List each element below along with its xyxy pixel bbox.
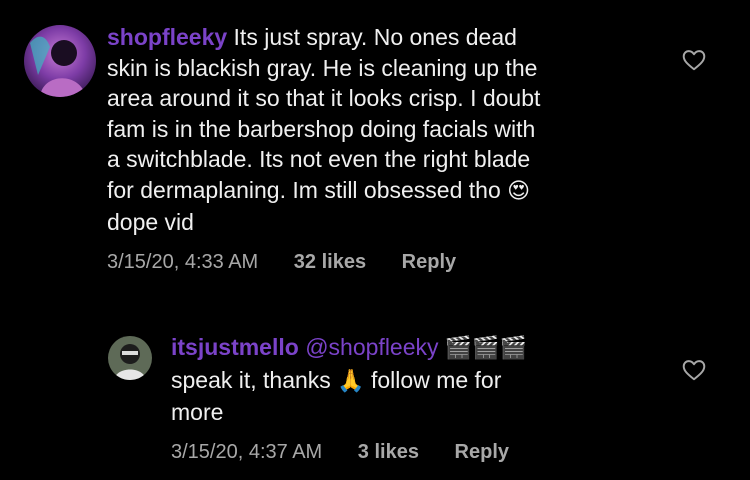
comment-line-text: for dermaplaning. Im still obsessed tho [107, 176, 501, 203]
comment-line: fam is in the barbershop doing facials w… [107, 115, 536, 142]
comment-line: speak it, thanks 🙏 follow me for [171, 365, 651, 398]
username-link[interactable]: itsjustmello [171, 334, 299, 360]
reply-button[interactable]: Reply [455, 441, 509, 463]
avatar[interactable] [108, 336, 152, 380]
praying-hands-emoji-icon: 🙏 [337, 368, 365, 394]
clapperboard-emoji-icon: 🎬🎬🎬 [444, 336, 528, 361]
timestamp: 3/15/20, 4:37 AM [171, 441, 323, 463]
avatar[interactable] [24, 25, 96, 97]
reply-button[interactable]: Reply [402, 251, 456, 273]
comment-line: for dermaplaning. Im still obsessed tho … [107, 175, 667, 208]
comment-line: itsjustmello @shopfleeky 🎬🎬🎬 [171, 332, 651, 365]
comment-shopfleeky: shopfleeky Its just spray. No ones dead … [0, 0, 750, 290]
avatar-image [24, 25, 96, 97]
comment-line-text: follow me for [371, 366, 502, 393]
comment-line-text: speak it, thanks [171, 366, 331, 393]
comment-line: dope vid [107, 209, 194, 235]
comment-meta: 3/15/20, 4:33 AM 32 likes Reply [107, 251, 486, 274]
timestamp: 3/15/20, 4:33 AM [107, 251, 259, 273]
comment-itsjustmello: itsjustmello @shopfleeky 🎬🎬🎬 speak it, t… [0, 320, 750, 480]
mention-link[interactable]: @shopfleeky [305, 334, 438, 360]
likes-count[interactable]: 3 likes [358, 441, 419, 463]
comment-line: area around it so that it looks crisp. I… [107, 85, 541, 111]
comment-line: more [171, 399, 224, 425]
comment-meta: 3/15/20, 4:37 AM 3 likes Reply [171, 441, 539, 464]
comment-line: shopfleeky Its just spray. No ones dead [107, 22, 667, 53]
comment-line-text: Its just spray. No ones dead [233, 24, 517, 50]
comment-text: shopfleeky Its just spray. No ones dead … [107, 22, 667, 238]
heart-outline-icon[interactable] [681, 357, 707, 383]
avatar-image [108, 336, 152, 380]
heart-outline-icon[interactable] [681, 47, 707, 73]
likes-count[interactable]: 32 likes [294, 251, 366, 273]
username-link[interactable]: shopfleeky [107, 24, 227, 50]
comment-line: a switchblade. Its not even the right bl… [107, 146, 531, 172]
comment-text: itsjustmello @shopfleeky 🎬🎬🎬 speak it, t… [171, 332, 651, 428]
heart-eyes-emoji-icon: 😍 [507, 178, 531, 204]
comment-line: skin is blackish gray. He is cleaning up… [107, 54, 538, 81]
